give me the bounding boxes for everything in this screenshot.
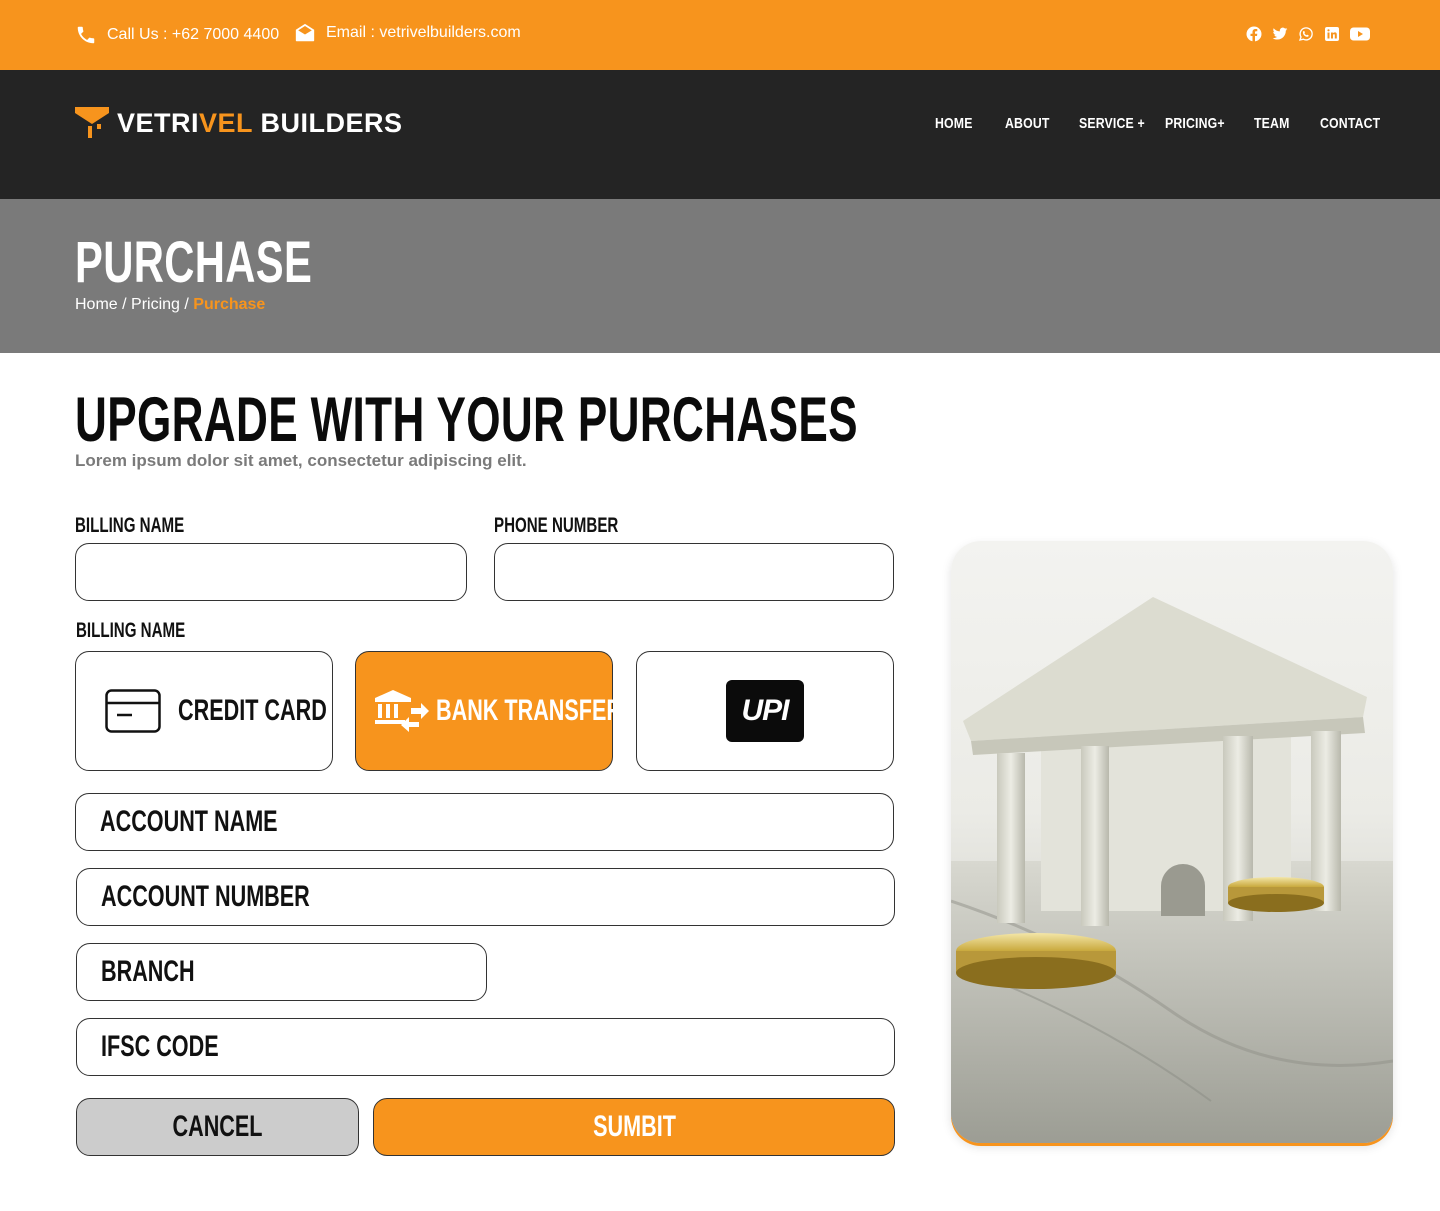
top-bar: Call Us : +62 7000 4400 Email : vetrivel…	[0, 0, 1440, 70]
upi-label: UPI	[741, 694, 789, 727]
email-contact[interactable]: Email : vetrivelbuilders.com	[294, 22, 521, 44]
house-roof-icon	[75, 107, 109, 138]
nav-about[interactable]: ABOUT	[1005, 115, 1050, 132]
account-name-input[interactable]: ACCOUNT NAME	[75, 793, 894, 851]
bank-building-image	[951, 597, 1393, 1143]
nav-pricing[interactable]: PRICING+	[1165, 115, 1225, 132]
youtube-icon[interactable]	[1350, 26, 1370, 42]
whatsapp-icon[interactable]	[1298, 26, 1314, 42]
account-name-placeholder: ACCOUNT NAME	[100, 805, 278, 838]
branch-input[interactable]: BRANCH	[76, 943, 487, 1001]
account-number-input[interactable]: ACCOUNT NUMBER	[76, 868, 895, 926]
billing-name-label: BILLING NAME	[75, 514, 185, 537]
credit-card-label: CREDIT CARD	[178, 694, 327, 727]
email-text: Email : vetrivelbuilders.com	[326, 24, 521, 41]
nav-team[interactable]: TEAM	[1254, 115, 1290, 132]
facebook-icon[interactable]	[1246, 26, 1262, 42]
account-number-placeholder: ACCOUNT NUMBER	[101, 880, 310, 913]
upi-logo: UPI	[726, 680, 804, 742]
nav-contact[interactable]: CONTACT	[1320, 115, 1380, 132]
brand-name: VETRIVEL BUILDERS	[117, 107, 403, 138]
branch-placeholder: BRANCH	[101, 955, 195, 988]
breadcrumb-separator: /	[117, 296, 132, 313]
cancel-label: CANCEL	[172, 1110, 263, 1143]
brand-logo[interactable]: VETRIVEL BUILDERS	[75, 107, 403, 139]
submit-button[interactable]: SUMBIT	[373, 1098, 895, 1156]
envelope-open-icon	[295, 23, 315, 42]
bank-transfer-option[interactable]: BANK TRANSFER	[355, 651, 621, 771]
bank-illustration	[951, 541, 1393, 1143]
bank-transfer-label: BANK TRANSFER	[435, 694, 622, 727]
cancel-button[interactable]: CANCEL	[76, 1098, 359, 1156]
credit-card-icon	[105, 689, 161, 733]
billing-name-input[interactable]	[75, 543, 467, 601]
breadcrumb-home[interactable]: Home	[75, 296, 118, 313]
credit-card-option[interactable]: CREDIT CARD	[75, 651, 333, 771]
breadcrumb-pricing[interactable]: Pricing	[131, 296, 180, 313]
linkedin-icon[interactable]	[1324, 26, 1340, 42]
submit-label: SUMBIT	[592, 1110, 676, 1143]
phone-number-input[interactable]	[494, 543, 894, 601]
page-banner: PURCHASE Home / Pricing / Purchase	[0, 199, 1440, 353]
bank-transfer-icon	[374, 690, 429, 732]
phone-contact[interactable]: Call Us : +62 7000 4400	[75, 24, 279, 46]
breadcrumb-current: Purchase	[193, 296, 266, 313]
page-title: PURCHASE	[75, 230, 313, 295]
nav-service[interactable]: SERVICE +	[1079, 115, 1145, 132]
twitter-icon[interactable]	[1272, 26, 1288, 42]
section-heading: UPGRADE WITH YOUR PURCHASES	[75, 385, 858, 455]
main-navbar: VETRIVEL BUILDERS HOME ABOUT SERVICE + P…	[0, 70, 1440, 199]
payment-method-label: BILLING NAME	[76, 619, 186, 642]
nav-home[interactable]: HOME	[935, 115, 973, 132]
social-links	[1246, 26, 1370, 42]
section-subtitle: Lorem ipsum dolor sit amet, consectetur …	[75, 451, 527, 470]
phone-text: Call Us : +62 7000 4400	[107, 26, 280, 43]
breadcrumb-separator: /	[179, 296, 194, 313]
phone-number-label: PHONE NUMBER	[494, 514, 619, 537]
ifsc-code-input[interactable]: IFSC CODE	[76, 1018, 895, 1076]
breadcrumb: Home / Pricing / Purchase	[75, 296, 265, 314]
ifsc-code-placeholder: IFSC CODE	[101, 1030, 219, 1063]
upi-option[interactable]: UPI	[636, 651, 894, 771]
phone-icon	[77, 26, 95, 44]
